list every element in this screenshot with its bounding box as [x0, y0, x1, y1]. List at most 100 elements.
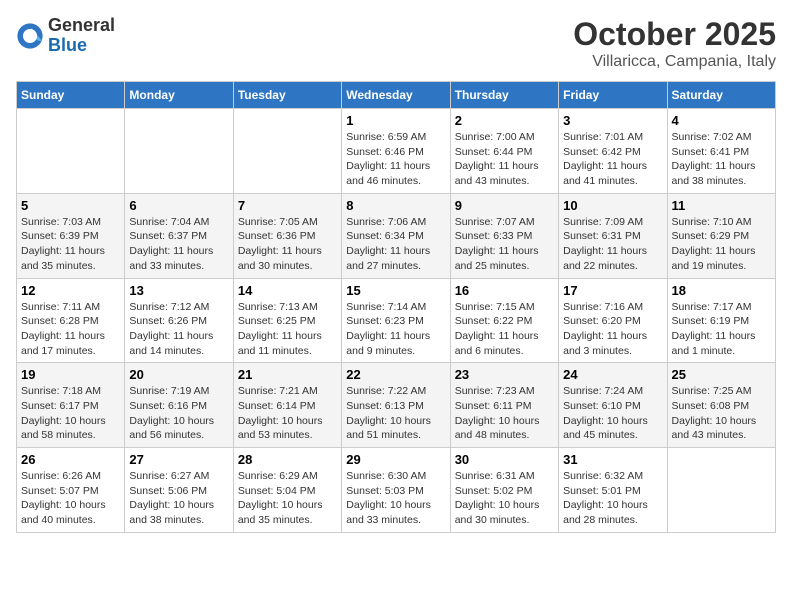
- calendar-cell: 18 Sunrise: 7:17 AMSunset: 6:19 PMDayligh…: [667, 278, 775, 363]
- day-number: 21: [238, 367, 337, 382]
- day-number: 18: [672, 283, 771, 298]
- day-content: Sunrise: 7:13 AMSunset: 6:25 PMDaylight:…: [238, 300, 337, 359]
- day-number: 5: [21, 198, 120, 213]
- day-content: Sunrise: 6:26 AMSunset: 5:07 PMDaylight:…: [21, 469, 120, 528]
- calendar-cell: 22Sunrise: 7:22 AMSunset: 6:13 PMDayligh…: [342, 363, 450, 448]
- day-header-tuesday: Tuesday: [233, 82, 341, 109]
- day-content: Sunrise: 6:59 AMSunset: 6:46 PMDaylight:…: [346, 130, 445, 189]
- day-header-saturday: Saturday: [667, 82, 775, 109]
- day-number: 29: [346, 452, 445, 467]
- day-number: 12: [21, 283, 120, 298]
- day-number: 26: [21, 452, 120, 467]
- calendar-cell: 3Sunrise: 7:01 AMSunset: 6:42 PMDaylight…: [559, 109, 667, 194]
- day-content: Sunrise: 7:05 AMSunset: 6:36 PMDaylight:…: [238, 215, 337, 274]
- calendar-cell: 24 Sunrise: 7:24 AMSunset: 6:10 PMDayligh…: [559, 363, 667, 448]
- calendar-cell: 8 Sunrise: 7:06 AMSunset: 6:34 PMDaylight…: [342, 193, 450, 278]
- day-content: Sunrise: 6:31 AMSunset: 5:02 PMDaylight:…: [455, 469, 554, 528]
- calendar-week-row: 12Sunrise: 7:11 AMSunset: 6:28 PMDayligh…: [17, 278, 776, 363]
- day-content: Sunrise: 7:06 AMSunset: 6:34 PMDaylight:…: [346, 215, 445, 274]
- day-number: 6: [129, 198, 228, 213]
- day-content: Sunrise: 6:29 AMSunset: 5:04 PMDaylight:…: [238, 469, 337, 528]
- day-header-sunday: Sunday: [17, 82, 125, 109]
- day-number: 4: [672, 113, 771, 128]
- day-content: Sunrise: 7:21 AMSunset: 6:14 PMDaylight:…: [238, 384, 337, 443]
- day-number: 28: [238, 452, 337, 467]
- calendar-table: SundayMondayTuesdayWednesdayThursdayFrid…: [16, 81, 776, 533]
- day-content: Sunrise: 7:15 AMSunset: 6:22 PMDaylight:…: [455, 300, 554, 359]
- day-content: Sunrise: 7:10 AMSunset: 6:29 PMDaylight:…: [672, 215, 771, 274]
- calendar-week-row: 26 Sunrise: 6:26 AMSunset: 5:07 PMDayligh…: [17, 448, 776, 533]
- calendar-cell: 28 Sunrise: 6:29 AMSunset: 5:04 PMDayligh…: [233, 448, 341, 533]
- day-content: Sunrise: 6:30 AMSunset: 5:03 PMDaylight:…: [346, 469, 445, 528]
- calendar-cell: 6 Sunrise: 7:04 AMSunset: 6:37 PMDaylight…: [125, 193, 233, 278]
- day-header-friday: Friday: [559, 82, 667, 109]
- calendar-cell: 29 Sunrise: 6:30 AMSunset: 5:03 PMDayligh…: [342, 448, 450, 533]
- calendar-cell: 5 Sunrise: 7:03 AMSunset: 6:39 PMDaylight…: [17, 193, 125, 278]
- day-number: 15: [346, 283, 445, 298]
- logo-blue-text: Blue: [48, 36, 115, 56]
- day-number: 9: [455, 198, 554, 213]
- calendar-cell: 16 Sunrise: 7:15 AMSunset: 6:22 PMDayligh…: [450, 278, 558, 363]
- calendar-cell: [17, 109, 125, 194]
- logo-general-text: General: [48, 16, 115, 36]
- day-content: Sunrise: 7:23 AMSunset: 6:11 PMDaylight:…: [455, 384, 554, 443]
- logo-icon: [16, 22, 44, 50]
- day-number: 11: [672, 198, 771, 213]
- day-number: 8: [346, 198, 445, 213]
- day-number: 2: [455, 113, 554, 128]
- calendar-cell: 31Sunrise: 6:32 AMSunset: 5:01 PMDayligh…: [559, 448, 667, 533]
- logo: General Blue: [16, 16, 115, 56]
- calendar-cell: 11 Sunrise: 7:10 AMSunset: 6:29 PMDayligh…: [667, 193, 775, 278]
- calendar-cell: 25 Sunrise: 7:25 AMSunset: 6:08 PMDayligh…: [667, 363, 775, 448]
- calendar-header-row: SundayMondayTuesdayWednesdayThursdayFrid…: [17, 82, 776, 109]
- day-content: Sunrise: 7:24 AMSunset: 6:10 PMDaylight:…: [563, 384, 662, 443]
- day-content: Sunrise: 7:18 AMSunset: 6:17 PMDaylight:…: [21, 384, 120, 443]
- day-number: 25: [672, 367, 771, 382]
- calendar-cell: 12Sunrise: 7:11 AMSunset: 6:28 PMDayligh…: [17, 278, 125, 363]
- calendar-cell: [233, 109, 341, 194]
- day-content: Sunrise: 7:07 AMSunset: 6:33 PMDaylight:…: [455, 215, 554, 274]
- day-content: Sunrise: 7:14 AMSunset: 6:23 PMDaylight:…: [346, 300, 445, 359]
- calendar-cell: 10 Sunrise: 7:09 AMSunset: 6:31 PMDayligh…: [559, 193, 667, 278]
- day-header-thursday: Thursday: [450, 82, 558, 109]
- calendar-week-row: 1Sunrise: 6:59 AMSunset: 6:46 PMDaylight…: [17, 109, 776, 194]
- day-content: Sunrise: 7:25 AMSunset: 6:08 PMDaylight:…: [672, 384, 771, 443]
- location-subtitle: Villaricca, Campania, Italy: [573, 53, 776, 71]
- day-number: 13: [129, 283, 228, 298]
- calendar-cell: 21 Sunrise: 7:21 AMSunset: 6:14 PMDayligh…: [233, 363, 341, 448]
- day-content: Sunrise: 7:17 AMSunset: 6:19 PMDaylight:…: [672, 300, 771, 359]
- day-content: Sunrise: 7:19 AMSunset: 6:16 PMDaylight:…: [129, 384, 228, 443]
- day-content: Sunrise: 7:03 AMSunset: 6:39 PMDaylight:…: [21, 215, 120, 274]
- day-number: 20: [129, 367, 228, 382]
- calendar-cell: 27 Sunrise: 6:27 AMSunset: 5:06 PMDayligh…: [125, 448, 233, 533]
- calendar-cell: 14Sunrise: 7:13 AMSunset: 6:25 PMDayligh…: [233, 278, 341, 363]
- day-content: Sunrise: 7:04 AMSunset: 6:37 PMDaylight:…: [129, 215, 228, 274]
- calendar-cell: 9 Sunrise: 7:07 AMSunset: 6:33 PMDaylight…: [450, 193, 558, 278]
- calendar-cell: [125, 109, 233, 194]
- calendar-cell: 19Sunrise: 7:18 AMSunset: 6:17 PMDayligh…: [17, 363, 125, 448]
- calendar-week-row: 19Sunrise: 7:18 AMSunset: 6:17 PMDayligh…: [17, 363, 776, 448]
- day-header-wednesday: Wednesday: [342, 82, 450, 109]
- day-header-monday: Monday: [125, 82, 233, 109]
- day-number: 24: [563, 367, 662, 382]
- calendar-cell: 13 Sunrise: 7:12 AMSunset: 6:26 PMDayligh…: [125, 278, 233, 363]
- calendar-cell: 26 Sunrise: 6:26 AMSunset: 5:07 PMDayligh…: [17, 448, 125, 533]
- day-content: Sunrise: 7:09 AMSunset: 6:31 PMDaylight:…: [563, 215, 662, 274]
- day-number: 27: [129, 452, 228, 467]
- day-content: Sunrise: 7:12 AMSunset: 6:26 PMDaylight:…: [129, 300, 228, 359]
- day-content: Sunrise: 7:16 AMSunset: 6:20 PMDaylight:…: [563, 300, 662, 359]
- day-number: 16: [455, 283, 554, 298]
- calendar-cell: 17Sunrise: 7:16 AMSunset: 6:20 PMDayligh…: [559, 278, 667, 363]
- calendar-cell: 15 Sunrise: 7:14 AMSunset: 6:23 PMDayligh…: [342, 278, 450, 363]
- day-content: Sunrise: 7:00 AMSunset: 6:44 PMDaylight:…: [455, 130, 554, 189]
- day-number: 10: [563, 198, 662, 213]
- day-number: 7: [238, 198, 337, 213]
- title-block: October 2025 Villaricca, Campania, Italy: [573, 16, 776, 71]
- calendar-cell: [667, 448, 775, 533]
- month-title: October 2025: [573, 16, 776, 53]
- calendar-cell: 23 Sunrise: 7:23 AMSunset: 6:11 PMDayligh…: [450, 363, 558, 448]
- day-content: Sunrise: 7:02 AMSunset: 6:41 PMDaylight:…: [672, 130, 771, 189]
- day-number: 22: [346, 367, 445, 382]
- day-content: Sunrise: 6:27 AMSunset: 5:06 PMDaylight:…: [129, 469, 228, 528]
- day-number: 23: [455, 367, 554, 382]
